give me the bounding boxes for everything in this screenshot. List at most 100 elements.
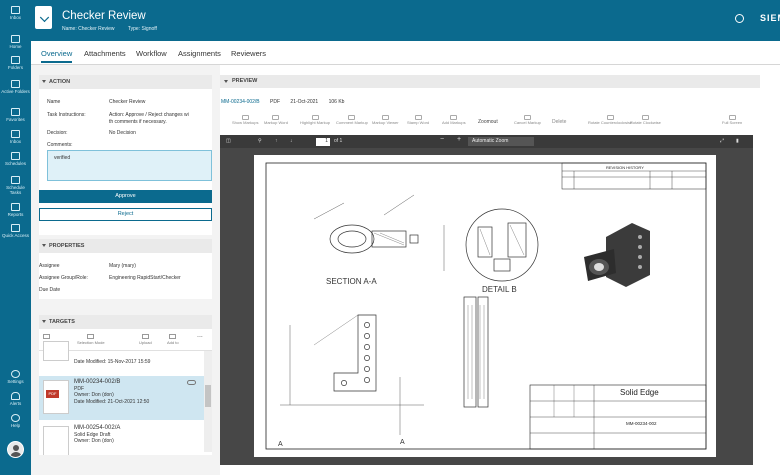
rotate-ccw-button[interactable]: Rotate Counterclockwise xyxy=(588,115,632,126)
find-icon[interactable]: ⚲ xyxy=(258,138,262,144)
targets-header[interactable]: TARGETS xyxy=(39,315,212,329)
action-section: ACTION Name Checker Review Task Instructi… xyxy=(39,75,212,235)
title-block-part-no: MM-00234-002 xyxy=(626,421,657,426)
file-select[interactable]: MM-00234-002/B xyxy=(221,99,260,105)
name-row: Name Checker Review xyxy=(47,99,146,105)
revision-history-label: REVISION HISTORY xyxy=(606,165,644,170)
preview-header[interactable]: PREVIEW xyxy=(220,75,760,88)
nav-quick-access[interactable]: Quick Access xyxy=(0,224,31,238)
tab-workflow[interactable]: Workflow xyxy=(136,49,167,58)
nav-settings[interactable]: Settings xyxy=(0,370,31,384)
left-pane: ACTION Name Checker Review Task Instructi… xyxy=(31,65,220,475)
action-header[interactable]: ACTION xyxy=(39,75,212,89)
upload-button[interactable]: Upload xyxy=(139,334,152,345)
header-subtitle: Name: Checker Review Type: Signoff xyxy=(62,26,169,32)
highlight-markup-button[interactable]: Highlight Markup xyxy=(300,115,330,126)
nav-active-folders[interactable]: Active Folders xyxy=(0,80,31,94)
next-page-icon[interactable]: ↓ xyxy=(290,138,293,144)
markup-viewer-button[interactable]: Markup Viewer xyxy=(372,115,399,126)
presentation-icon[interactable]: ⤢ xyxy=(720,138,724,144)
file-type: PDF xyxy=(270,99,281,105)
task-document-icon xyxy=(35,6,52,29)
cancel-markup-button[interactable]: Cancel Markup xyxy=(514,115,541,126)
cloud-download-icon[interactable] xyxy=(187,380,196,385)
more-button[interactable]: ... xyxy=(197,332,203,339)
group-row: Assignee Group/Role: Engineering RapidSta… xyxy=(39,275,181,281)
tab-overview[interactable]: Overview xyxy=(41,49,73,63)
tab-attachments[interactable]: Attachments xyxy=(84,49,126,58)
nav-folders[interactable]: Folders xyxy=(0,56,31,70)
folder-icon xyxy=(11,56,20,64)
nav-schedules[interactable]: Schedules xyxy=(0,152,31,166)
list-item[interactable]: Date Modified: 15-Nov-2017 15:59 xyxy=(39,341,204,375)
nav-reports[interactable]: Reports xyxy=(0,203,31,217)
list-item[interactable]: MM-00254-002/A Solid Edge Draft Owner: D… xyxy=(39,422,204,455)
home-icon xyxy=(11,35,20,43)
markup-word-button[interactable]: Markup Word xyxy=(264,115,288,126)
zoom-in-icon[interactable]: + xyxy=(457,136,461,143)
approve-button[interactable]: Approve xyxy=(39,190,212,203)
assignee-row: Assignee Mary (mary) xyxy=(39,263,136,269)
comments-field[interactable]: verified xyxy=(47,150,212,181)
zoomout-button[interactable]: Zoomout xyxy=(478,120,498,125)
selection-icon xyxy=(87,334,95,339)
rotate-cw-button[interactable]: Rotate Clockwise xyxy=(630,115,661,126)
engineering-drawing xyxy=(265,162,707,450)
add-markups-button[interactable]: Add Markups xyxy=(442,115,466,126)
add-to-button[interactable]: Add to xyxy=(167,334,179,345)
detail-label: DETAIL B xyxy=(482,285,517,294)
search-icon[interactable] xyxy=(735,14,744,23)
calendar-icon xyxy=(11,152,20,160)
nav-inbox-2[interactable]: Inbox xyxy=(0,130,31,144)
page-title: Checker Review xyxy=(62,10,146,22)
zoom-select[interactable]: Automatic Zoom xyxy=(468,137,534,146)
scrollbar-thumb[interactable] xyxy=(205,385,211,407)
targets-section: TARGETS List Selection Mode Upload Add t… xyxy=(39,315,212,455)
header: Checker Review Name: Checker Review Type… xyxy=(31,0,780,41)
schedule-task-icon xyxy=(11,176,20,184)
properties-header[interactable]: PROPERTIES xyxy=(39,239,212,253)
sidebar-toggle-icon[interactable]: ◫ xyxy=(226,138,231,144)
inbox-icon xyxy=(11,6,20,14)
nav-alerts[interactable]: Alerts xyxy=(0,392,31,406)
page-number-input[interactable]: 1 xyxy=(316,138,330,146)
full-screen-button[interactable]: Full Screen xyxy=(722,115,742,126)
comment-markup-button[interactable]: Comment Markup xyxy=(336,115,368,126)
avatar[interactable] xyxy=(7,441,24,458)
page-count: of 1 xyxy=(334,138,343,144)
nav-inbox[interactable]: Inbox xyxy=(0,6,31,20)
bell-icon xyxy=(11,392,20,400)
nav-favorites[interactable]: Favorites xyxy=(0,108,31,122)
inbox-tray-icon xyxy=(11,130,20,138)
title-block-name: Solid Edge xyxy=(620,388,659,397)
prev-page-icon[interactable]: ↑ xyxy=(275,138,278,144)
show-markups-button[interactable]: Show Markups xyxy=(232,115,258,126)
list-item-selected[interactable]: PDF MM-00234-002/B PDF Owner: Don (don) … xyxy=(39,376,204,420)
due-date-row: Due Date xyxy=(39,287,61,293)
left-nav: Inbox Home Folders Active Folders Favori… xyxy=(0,0,31,475)
active-folder-icon xyxy=(11,80,20,88)
zoom-out-icon[interactable]: − xyxy=(440,136,444,143)
targets-scrollbar[interactable] xyxy=(204,351,212,452)
tab-assignments[interactable]: Assignments xyxy=(178,49,221,58)
comments-label: Comments: xyxy=(47,142,73,148)
properties-section: PROPERTIES Assignee Mary (mary) Assignee … xyxy=(39,239,212,299)
section-marker-a2: A xyxy=(400,439,405,446)
selection-mode-button[interactable]: Selection Mode xyxy=(77,334,105,345)
nav-schedule-tasks[interactable]: Schedule Tasks xyxy=(0,176,31,195)
item-thumbnail xyxy=(43,341,69,361)
drawing-sheet: REVISION HISTORY SECTION A-A DETAIL B A … xyxy=(254,155,716,457)
nav-home[interactable]: Home xyxy=(0,35,31,49)
add-icon xyxy=(169,334,177,339)
nav-help[interactable]: Help xyxy=(0,414,31,428)
item-title[interactable]: MM-00254-002/A xyxy=(74,425,120,432)
tab-reviewers[interactable]: Reviewers xyxy=(231,49,266,58)
star-icon xyxy=(11,108,20,116)
stamp-word-button[interactable]: Stamp Word xyxy=(407,115,429,126)
delete-button[interactable]: Delete xyxy=(552,120,566,125)
instructions-row: Task Instructions: Action: Approve / Reje… xyxy=(47,112,189,118)
bookmark-icon[interactable]: ▮ xyxy=(736,138,739,144)
help-icon xyxy=(11,414,20,422)
reject-button[interactable]: Reject xyxy=(39,208,212,221)
brand-logo: SIEMENS xyxy=(760,13,780,23)
